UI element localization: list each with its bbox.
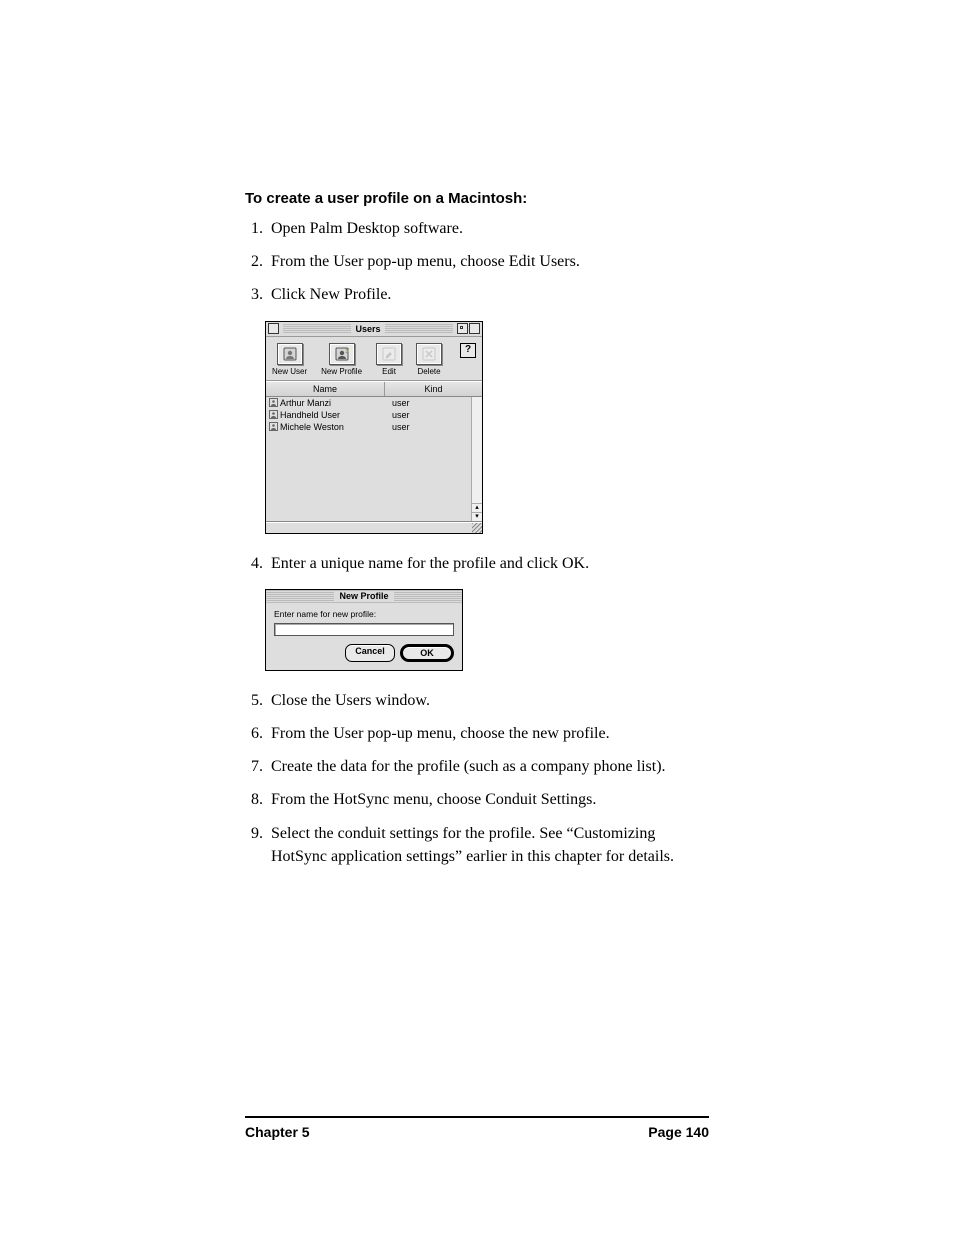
new-user-button[interactable]: New User [272,343,307,376]
step-7: Create the data for the profile (such as… [267,755,709,778]
new-profile-button[interactable]: New Profile [321,343,362,376]
titlebar-right-boxes [457,323,480,334]
page-footer: Chapter 5 Page 140 [245,1116,709,1140]
resize-handle[interactable] [472,523,482,533]
column-header-kind[interactable]: Kind [385,382,482,396]
steps-list: Open Palm Desktop software. From the Use… [245,217,709,307]
step-1: Open Palm Desktop software. [267,217,709,240]
close-box[interactable] [268,323,279,334]
new-user-label: New User [272,367,307,376]
steps-list-cont-2: Close the Users window. From the User po… [245,689,709,868]
step-5: Close the Users window. [267,689,709,712]
new-profile-label: New Profile [321,367,362,376]
user-row-icon [266,410,280,419]
footer-page: Page 140 [648,1124,709,1140]
zoom-box[interactable] [457,323,468,334]
step-3: Click New Profile. [267,283,709,306]
section-heading: To create a user profile on a Macintosh: [245,190,709,207]
users-column-headers: Name Kind [266,381,482,397]
footer-divider [245,1116,709,1118]
users-titlebar: Users [266,322,482,337]
edit-label: Edit [382,367,396,376]
new-profile-titlebar: New Profile [266,590,462,603]
profile-name-field[interactable] [274,623,454,636]
steps-list-cont-1: Enter a unique name for the profile and … [245,552,709,575]
users-statusbar [266,522,482,533]
step-8: From the HotSync menu, choose Conduit Se… [267,788,709,811]
step-4: Enter a unique name for the profile and … [267,552,709,575]
ok-button[interactable]: OK [402,646,452,660]
new-profile-prompt: Enter name for new profile: [274,609,454,619]
user-kind: user [384,398,482,408]
user-kind: user [384,422,482,432]
collapse-box[interactable] [469,323,480,334]
user-name: Arthur Manzi [280,398,384,408]
new-user-icon [277,343,303,365]
titlebar-stripes: Users [283,324,453,334]
new-profile-dialog: New Profile Enter name for new profile: … [265,589,463,671]
figure-users-window: Users [265,321,709,534]
footer-chapter: Chapter 5 [245,1124,310,1140]
help-button[interactable]: ? [460,343,476,358]
cancel-button[interactable]: Cancel [345,644,395,662]
user-row-icon [266,422,280,431]
step-6: From the User pop-up menu, choose the ne… [267,722,709,745]
new-profile-title: New Profile [334,591,393,601]
window-title: Users [351,324,384,334]
table-row[interactable]: Arthur Manzi user [266,397,482,409]
table-row[interactable]: Michele Weston user [266,421,482,433]
edit-button[interactable]: Edit [376,343,402,376]
user-name: Michele Weston [280,422,384,432]
figure-new-profile-dialog: New Profile Enter name for new profile: … [265,589,709,671]
users-toolbar: New User New Profile [266,337,482,381]
edit-icon [376,343,402,365]
user-name: Handheld User [280,410,384,420]
scrollbar[interactable]: ▴ ▾ [471,397,482,521]
document-page: To create a user profile on a Macintosh:… [0,0,954,1235]
user-row-icon [266,398,280,407]
scroll-up-icon[interactable]: ▴ [472,503,482,512]
new-profile-icon [329,343,355,365]
users-window: Users [265,321,483,534]
delete-button[interactable]: Delete [416,343,442,376]
step-2: From the User pop-up menu, choose Edit U… [267,250,709,273]
user-kind: user [384,410,482,420]
users-rows: Arthur Manzi user Handheld User user Mic… [266,397,482,522]
scroll-down-icon[interactable]: ▾ [472,512,482,521]
step-9: Select the conduit settings for the prof… [267,822,709,868]
column-header-name[interactable]: Name [266,382,385,396]
delete-icon [416,343,442,365]
table-row[interactable]: Handheld User user [266,409,482,421]
delete-label: Delete [417,367,440,376]
